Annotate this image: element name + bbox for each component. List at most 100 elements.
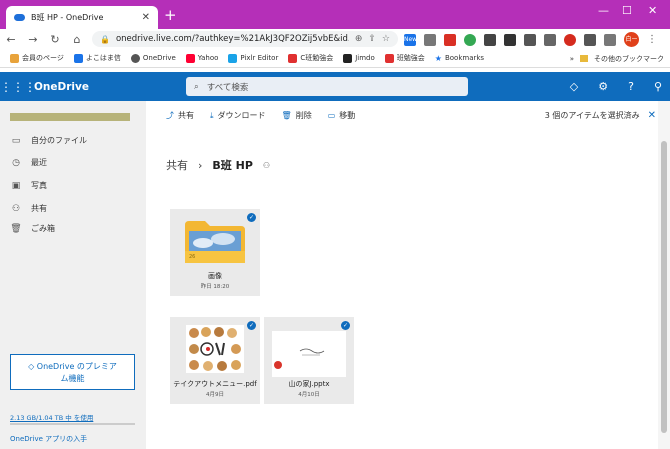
- help-icon[interactable]: ?: [628, 80, 634, 93]
- tile-name: 画像: [208, 272, 222, 280]
- lock-icon: 🔒: [100, 34, 110, 44]
- pixlr-icon: [228, 53, 238, 63]
- delete-button[interactable]: 🗑 削除: [282, 110, 312, 121]
- browser-tab[interactable]: B班 HP - OneDrive ✕: [6, 6, 158, 29]
- bookmark-label: Yahoo: [197, 54, 219, 62]
- scrollbar-thumb[interactable]: [661, 141, 667, 433]
- bookmark-item[interactable]: Yahoo: [182, 53, 223, 63]
- scrollbar[interactable]: [658, 101, 670, 449]
- move-button[interactable]: ▭ 移動: [328, 110, 356, 121]
- download-label: ダウンロード: [217, 111, 266, 120]
- tab-close-icon[interactable]: ✕: [142, 12, 150, 23]
- sidebar-item-shared[interactable]: ⚇ 共有: [10, 203, 47, 214]
- premium-diamond-icon[interactable]: ◇: [570, 80, 578, 93]
- folder-tile[interactable]: ✓ 26 画像 昨日 18:20: [170, 209, 260, 296]
- pdf-thumbnail: [186, 325, 244, 373]
- bookmark-item[interactable]: Jimdo: [339, 53, 379, 63]
- folder-item-count: 26: [189, 254, 196, 260]
- checkmark-icon[interactable]: ✓: [247, 213, 256, 222]
- tile-date: 4月9日: [206, 392, 224, 398]
- bookmark-item[interactable]: C班勉強会: [284, 53, 337, 63]
- checkmark-icon[interactable]: ✓: [341, 321, 350, 330]
- tab-title: B班 HP - OneDrive: [31, 13, 104, 22]
- close-window-icon[interactable]: ✕: [648, 4, 657, 17]
- download-button[interactable]: ⤓ ダウンロード: [210, 110, 266, 121]
- bookmark-item[interactable]: よこはま信: [70, 53, 125, 63]
- get-app-link[interactable]: OneDrive アプリの入手: [10, 434, 87, 444]
- reload-icon[interactable]: ↻: [44, 33, 66, 46]
- profile-avatar[interactable]: 白ー: [624, 32, 639, 47]
- bookmark-item[interactable]: 班勉強会: [381, 53, 429, 63]
- extension-new-icon[interactable]: New: [404, 33, 417, 46]
- people-icon: ⚇: [11, 203, 21, 214]
- file-tile-pdf[interactable]: ✓ テイクアウトメニュー.pdf 4月9日: [170, 317, 260, 404]
- sidebar-item-label: 最近: [31, 158, 47, 167]
- yahoo-icon: [185, 53, 195, 63]
- bookmark-label: Jimdo: [355, 54, 375, 62]
- minimize-icon[interactable]: —: [598, 4, 609, 17]
- puzzle-icon[interactable]: [584, 33, 596, 46]
- breadcrumb: 共有 › B班 HP ⚇: [166, 157, 270, 173]
- checkmark-icon[interactable]: ✓: [247, 321, 256, 330]
- forward-icon[interactable]: →: [22, 33, 44, 46]
- command-bar: ⤴ 共有 ⤓ ダウンロード 🗑 削除 ▭ 移動: [166, 110, 355, 121]
- sidebar-item-recycle-bin[interactable]: 🗑 ごみ箱: [10, 223, 55, 234]
- bookmark-favicon-icon: [384, 53, 394, 63]
- premium-label-line1: OneDrive のプレミア: [36, 362, 117, 371]
- share-button[interactable]: ⤴ 共有: [166, 110, 194, 121]
- browser-titlebar: B班 HP - OneDrive ✕ + — ☐ ✕: [0, 0, 670, 29]
- sidepanel-icon[interactable]: [604, 33, 616, 46]
- extension-square-icon[interactable]: [484, 33, 496, 46]
- premium-label-line2: ム機能: [60, 374, 85, 383]
- sidebar-item-recent[interactable]: ◷ 最近: [10, 157, 47, 168]
- sidebar-item-label: 写真: [31, 181, 47, 190]
- window-icon[interactable]: [524, 33, 536, 46]
- home-icon[interactable]: ⌂: [66, 33, 88, 46]
- sidebar-item-my-files[interactable]: ▭ 自分のファイル: [10, 135, 87, 146]
- camera-icon[interactable]: [424, 33, 436, 46]
- pptx-thumbnail: [272, 331, 346, 377]
- bookmark-label: Pixlr Editor: [240, 54, 279, 62]
- premium-button[interactable]: ◇ OneDrive のプレミア ム機能: [10, 354, 135, 390]
- bookmark-item[interactable]: ★ Bookmarks: [431, 54, 488, 63]
- maximize-icon[interactable]: ☐: [622, 4, 632, 17]
- bookmark-item[interactable]: Pixlr Editor: [224, 53, 282, 63]
- app-launcher-icon[interactable]: ⋮⋮⋮: [0, 80, 36, 94]
- account-person-icon[interactable]: ⚲: [654, 80, 662, 93]
- screenshot-icon[interactable]: [504, 33, 516, 46]
- share-page-icon[interactable]: ⇪: [368, 34, 376, 44]
- red-extension-icon[interactable]: [564, 33, 576, 46]
- other-bookmarks[interactable]: その他のブックマーク: [594, 54, 664, 64]
- bookmark-label: 班勉強会: [396, 54, 425, 62]
- trash-icon: 🗑: [10, 223, 22, 234]
- bookmark-favicon-icon: [10, 53, 19, 63]
- bookmarks-more-button[interactable]: »: [570, 55, 574, 63]
- bookmark-item[interactable]: 会員のページ: [6, 53, 68, 63]
- sidebar-item-label: ごみ箱: [31, 224, 55, 233]
- menu-dots-icon[interactable]: ⋮: [647, 34, 657, 45]
- sidebar-item-photos[interactable]: ▣ 写真: [10, 180, 47, 191]
- sidebar-item-label: 自分のファイル: [31, 136, 87, 145]
- bookmark-star-icon[interactable]: ☆: [382, 34, 390, 44]
- clear-selection-icon[interactable]: ✕: [648, 110, 656, 121]
- bookmark-label: 会員のページ: [22, 54, 64, 62]
- color-extension-icon[interactable]: [464, 33, 476, 46]
- new-tab-button[interactable]: +: [164, 6, 177, 24]
- tab-extension-icon[interactable]: [544, 33, 556, 46]
- install-icon[interactable]: ⊕: [355, 34, 363, 44]
- clock-icon: ◷: [12, 157, 20, 168]
- share-icon: ⤴: [166, 111, 174, 120]
- search-box[interactable]: ⌕ すべて検索: [186, 77, 468, 96]
- settings-gear-icon[interactable]: ⚙: [598, 80, 608, 93]
- back-icon[interactable]: ←: [0, 33, 22, 46]
- file-tile-pptx[interactable]: ✓ 山の家J.pptx 4月10日: [264, 317, 354, 404]
- breadcrumb-root[interactable]: 共有: [166, 157, 188, 173]
- delete-label: 削除: [295, 111, 312, 120]
- bookmark-item[interactable]: OneDrive: [127, 53, 180, 63]
- storage-bar: [10, 423, 135, 425]
- onedrive-brand[interactable]: OneDrive: [34, 81, 89, 93]
- address-bar[interactable]: 🔒 onedrive.live.com/?authkey=%21AkJ3QF2O…: [92, 31, 398, 47]
- storage-usage-link[interactable]: 2.13 GB/1.04 TB 中 を使用: [10, 412, 93, 422]
- adblock-icon[interactable]: [444, 33, 456, 46]
- trash-icon: 🗑: [281, 111, 292, 120]
